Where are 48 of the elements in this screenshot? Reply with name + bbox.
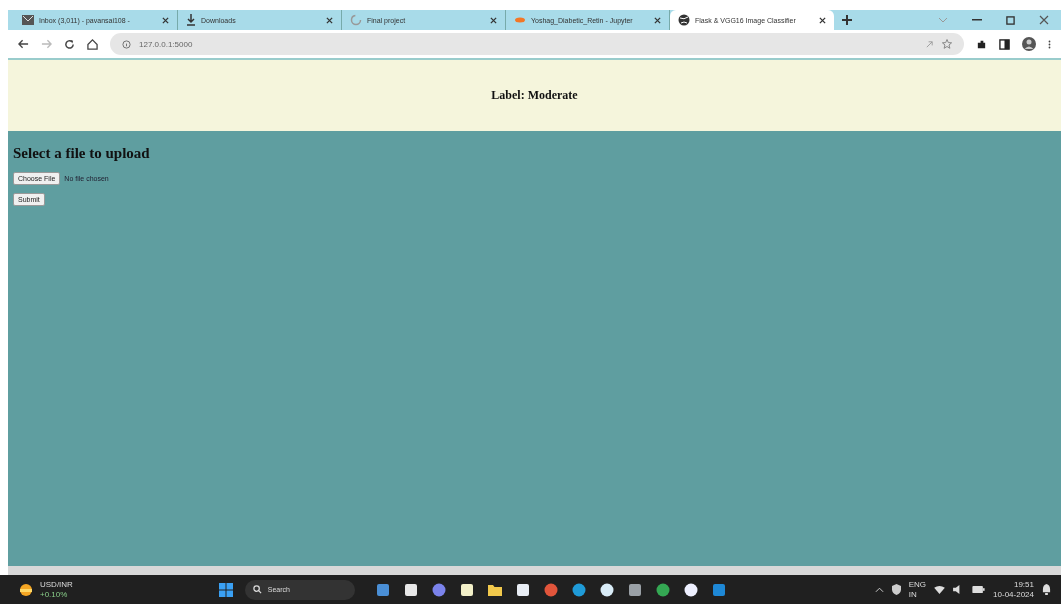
close-icon[interactable] — [819, 16, 826, 24]
address-bar[interactable]: 127.0.0.1:5000 — [110, 33, 964, 55]
download-icon — [186, 14, 196, 26]
sun-icon[interactable] — [18, 582, 34, 597]
app-icon[interactable] — [403, 582, 418, 597]
app-icon[interactable] — [599, 582, 614, 597]
puzzle-icon[interactable] — [976, 38, 987, 50]
scrollbar[interactable] — [8, 566, 1061, 575]
close-icon[interactable] — [326, 16, 333, 24]
close-icon[interactable] — [1039, 15, 1049, 25]
sidebar-icon[interactable] — [999, 38, 1010, 50]
url-text: 127.0.0.1:5000 — [139, 39, 193, 49]
wifi-icon[interactable] — [934, 585, 946, 594]
chevron-up-icon[interactable] — [874, 586, 884, 593]
app-icon[interactable] — [515, 582, 530, 597]
spinner-icon — [350, 14, 362, 26]
home-icon[interactable] — [87, 38, 98, 50]
clock-date[interactable]: 10-04-2024 — [993, 589, 1034, 600]
windows-logo-icon[interactable] — [218, 582, 233, 597]
widget-title: USD/INR — [40, 579, 73, 590]
widget-change: +0.10% — [40, 589, 69, 600]
close-icon[interactable] — [490, 16, 497, 24]
upload-heading: Select a file to upload — [13, 145, 150, 162]
language-text[interactable]: ENG — [908, 579, 927, 590]
mail-icon — [22, 15, 34, 25]
shield-icon[interactable] — [891, 584, 901, 595]
info-icon — [122, 39, 131, 49]
reload-icon[interactable] — [64, 38, 75, 50]
app-icon[interactable] — [627, 582, 642, 597]
close-icon[interactable] — [162, 16, 169, 24]
minimize-icon[interactable] — [972, 19, 982, 21]
back-arrow-icon[interactable] — [18, 39, 29, 49]
clock-time[interactable]: 19:51 — [1013, 579, 1034, 590]
folder-icon[interactable] — [487, 583, 502, 596]
app-icon[interactable] — [459, 582, 474, 597]
bell-icon[interactable] — [1042, 584, 1051, 595]
label-text: Label: Moderate — [491, 88, 578, 103]
star-icon[interactable] — [942, 39, 952, 49]
battery-icon[interactable] — [972, 586, 986, 593]
search-icon — [252, 585, 262, 594]
maximize-icon[interactable] — [1006, 15, 1015, 25]
app-icon[interactable] — [683, 582, 698, 597]
globe-icon — [678, 14, 690, 26]
menu-icon[interactable] — [1048, 38, 1051, 50]
region-text[interactable]: IN — [908, 589, 927, 600]
close-icon[interactable] — [654, 16, 661, 24]
avatar-icon[interactable] — [1022, 37, 1036, 51]
plus-icon[interactable] — [842, 15, 852, 25]
